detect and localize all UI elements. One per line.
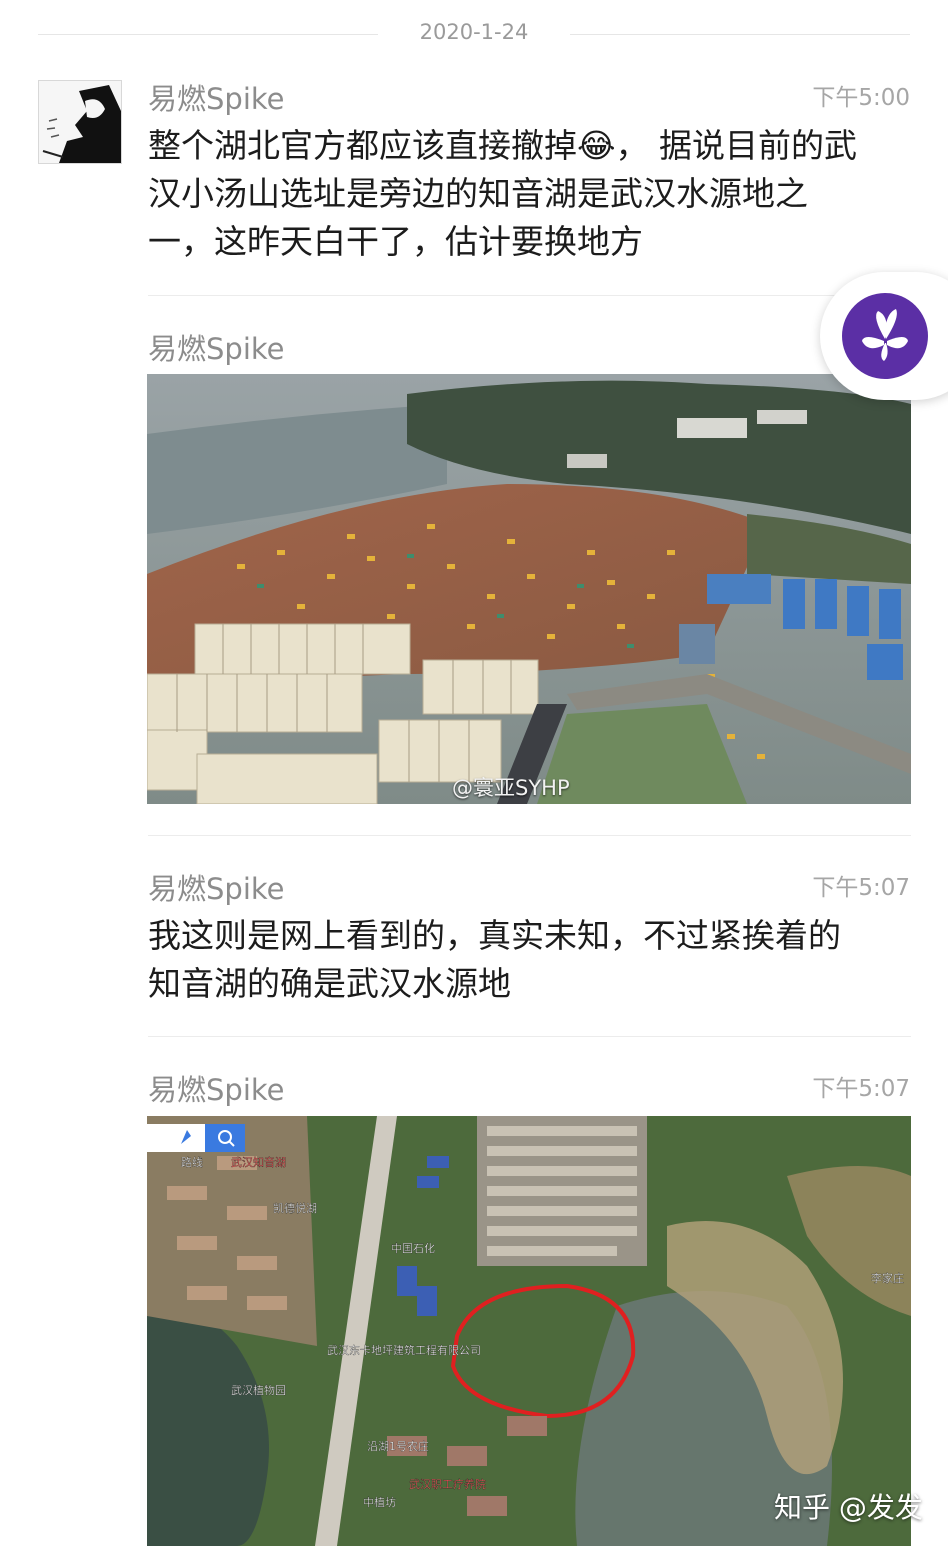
message-time: 下午5:07 <box>812 1076 910 1102</box>
message-separator <box>148 1036 911 1037</box>
butterfly-icon <box>842 293 928 379</box>
map-label-kaide: 凯德悦湖 <box>273 1201 317 1215</box>
message-line: 我这则是网上看到的，真实未知，不过紧挨着的 <box>148 916 841 955</box>
message-text: 整个湖北官方都应该直接撤掉😂， 据说目前的武 汉小汤山选址是旁边的知音湖是武汉水… <box>148 122 918 266</box>
message-line: 知音湖的确是武汉水源地 <box>148 964 511 1003</box>
message-time: 下午5:07 <box>812 875 910 901</box>
sender-name[interactable]: 易燃Spike <box>148 76 284 118</box>
message-text: 我这则是网上看到的，真实未知，不过紧挨着的 知音湖的确是武汉水源地 <box>148 912 918 1008</box>
message-time: 下午5:00 <box>812 85 910 111</box>
map-label-company: 武汉东卡地坪建筑工程有限公司 <box>327 1343 481 1357</box>
map-label-plant: 中植坊 <box>363 1495 396 1509</box>
photo-watermark: @寰亚SYHP <box>452 776 570 800</box>
map-label-garden: 武汉植物园 <box>231 1383 286 1397</box>
construction-photo-image <box>147 374 911 804</box>
sender-name[interactable]: 易燃Spike <box>148 1067 284 1109</box>
message-line: 汉小汤山选址是旁边的知音湖是武汉水源地之 <box>148 174 808 213</box>
message-separator <box>148 295 911 296</box>
date-divider: 2020-1-24 <box>0 14 948 54</box>
avatar-image <box>39 81 121 163</box>
floating-assistant-button[interactable] <box>820 272 948 400</box>
map-label-sinopec: 中国石化 <box>391 1241 435 1255</box>
map-label-sanatorium: 武汉职工疗养院 <box>409 1477 486 1491</box>
map-label-far: 李家庄 <box>871 1271 904 1285</box>
construction-photo[interactable] <box>147 374 911 804</box>
map-label-route: 路线 <box>181 1155 203 1169</box>
divider-line-right <box>570 34 910 35</box>
sender-name[interactable]: 易燃Spike <box>148 326 284 368</box>
date-label: 2020-1-24 <box>419 20 529 44</box>
zhihu-watermark: 知乎 @发发 <box>774 1491 923 1524</box>
sender-name[interactable]: 易燃Spike <box>148 866 284 908</box>
message-separator <box>148 835 911 836</box>
satellite-map-image: 路线 武汉知音湖 凯德悦湖 中国石化 武汉东卡地坪建筑工程有限公司 沿湖1号农庄… <box>147 1116 911 1546</box>
message-line: 一，这昨天白干了，估计要换地方 <box>148 222 643 261</box>
map-label-road: 沿湖1号农庄 <box>367 1439 429 1453</box>
message-line: 整个湖北官方都应该直接撤掉😂， 据说目前的武 <box>148 126 858 165</box>
satellite-map-photo[interactable]: 路线 武汉知音湖 凯德悦湖 中国石化 武汉东卡地坪建筑工程有限公司 沿湖1号农庄… <box>147 1116 911 1546</box>
map-label-lake: 武汉知音湖 <box>231 1155 286 1169</box>
avatar[interactable] <box>38 80 122 164</box>
